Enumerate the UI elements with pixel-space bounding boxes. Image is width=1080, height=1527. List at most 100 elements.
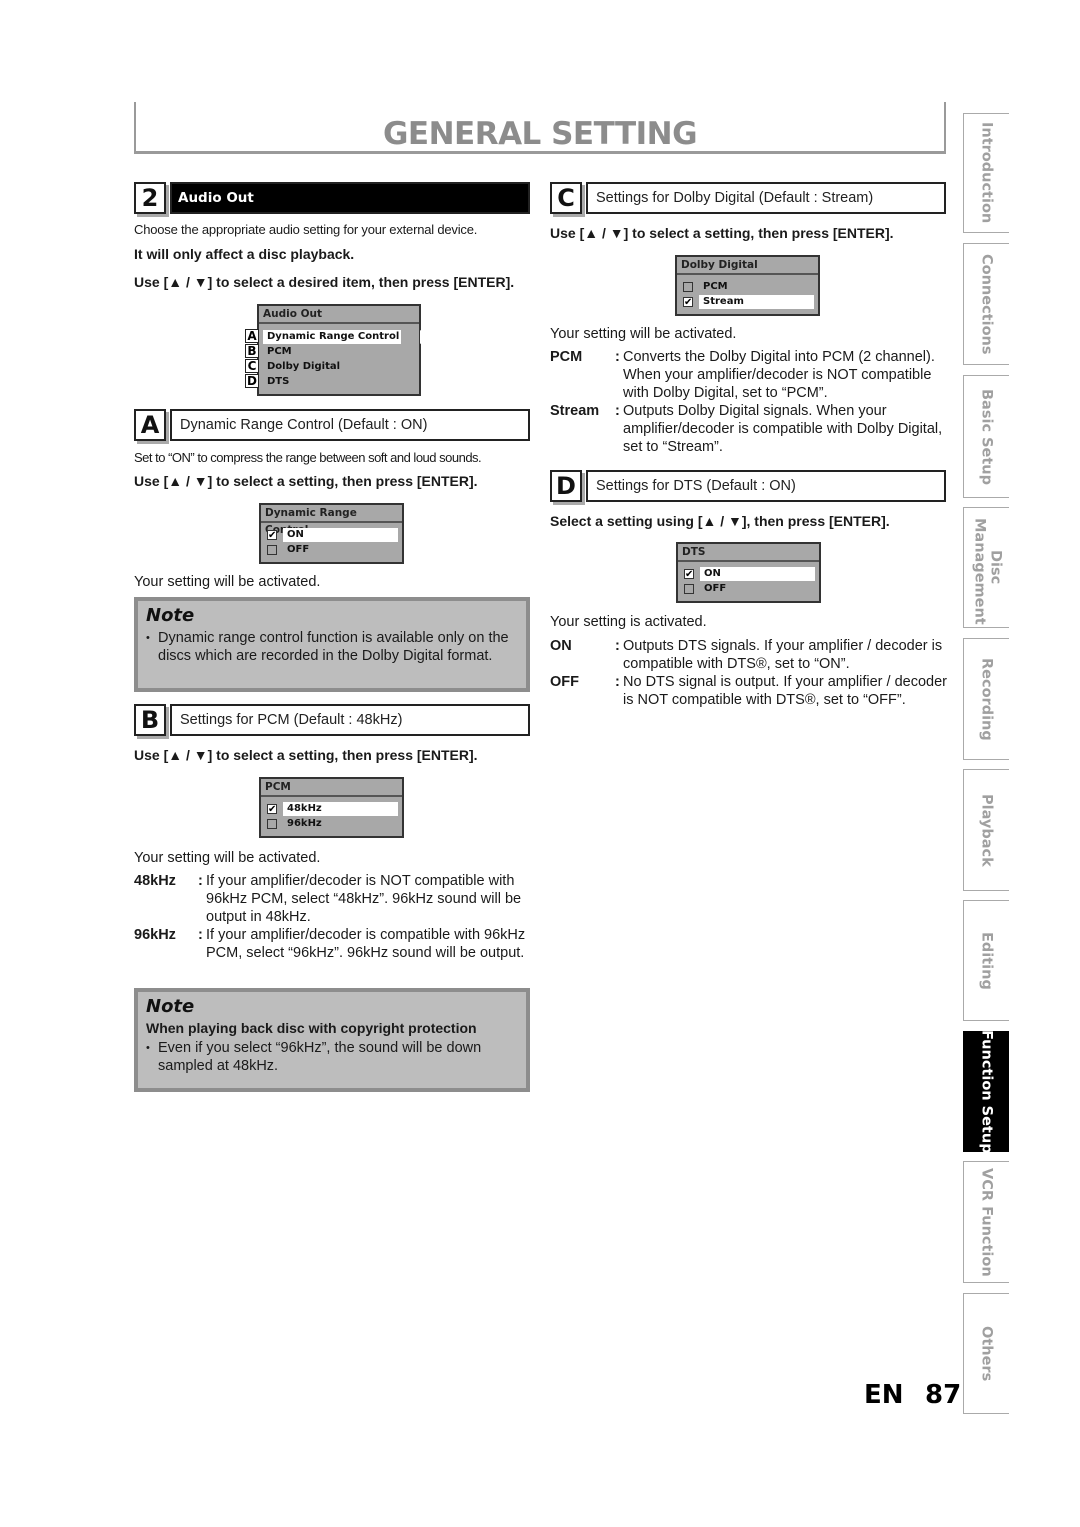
- tab-introduction[interactable]: Introduction: [963, 113, 1009, 233]
- option-stream[interactable]: ✔ Stream: [681, 294, 814, 309]
- option-label: ON: [700, 566, 815, 581]
- definition-desc: If your amplifier/decoder is compatible …: [206, 927, 526, 961]
- dolby-definitions: PCM : Converts the Dolby Digital into PC…: [550, 348, 950, 456]
- definition-colon: :: [615, 674, 620, 690]
- note-subtitle: When playing back disc with copyright pr…: [146, 1020, 477, 1036]
- checkbox-checked-icon[interactable]: ✔: [267, 529, 277, 540]
- definition-row: ON : Outputs DTS signals. If your amplif…: [550, 637, 950, 673]
- tab-editing[interactable]: Editing: [963, 900, 1009, 1021]
- menu-item-label: DTS: [267, 375, 290, 387]
- option-off[interactable]: OFF: [682, 581, 815, 596]
- tab-connections[interactable]: Connections: [963, 243, 1009, 365]
- definition-term: ON: [550, 638, 572, 654]
- page-number: 87: [925, 1380, 962, 1410]
- note-item: Even if you select “96kHz”, the sound wi…: [146, 1039, 516, 1075]
- option-96khz[interactable]: 96kHz: [265, 816, 398, 831]
- checkbox-empty-icon[interactable]: [684, 583, 694, 594]
- checkbox-checked-icon[interactable]: ✔: [683, 296, 693, 307]
- definition-desc: Converts the Dolby Digital into PCM (2 c…: [623, 349, 935, 401]
- option-label: 48kHz: [283, 801, 398, 816]
- definition-desc: If your amplifier/decoder is NOT compati…: [206, 873, 522, 925]
- step-number: 2: [134, 182, 166, 214]
- intro-text: Choose the appropriate audio setting for…: [134, 222, 478, 237]
- menu-header: Dolby Digital: [677, 257, 818, 275]
- definition-colon: :: [198, 927, 203, 943]
- section-label: Settings for PCM (Default : 48kHz): [170, 704, 530, 736]
- tab-basic-setup[interactable]: Basic Setup: [963, 375, 1009, 498]
- checkbox-checked-icon[interactable]: ✔: [267, 803, 277, 814]
- step-label: Audio Out: [170, 182, 530, 214]
- menu-header: Audio Out: [259, 306, 419, 324]
- menu-item-label: Dynamic Range Control: [263, 329, 401, 344]
- tab-label: Function Setup: [978, 1029, 995, 1154]
- definition-term: 48kHz: [134, 873, 176, 889]
- note-box-1: Note Dynamic range control function is a…: [134, 597, 530, 692]
- tab-label: Connections: [978, 253, 995, 355]
- option-label: 96kHz: [287, 817, 322, 829]
- option-on[interactable]: ✔ ON: [682, 566, 815, 581]
- item-letter: A: [245, 329, 259, 343]
- tab-playback[interactable]: Playback: [963, 769, 1009, 891]
- menu-item-pcm[interactable]: B PCM: [245, 344, 415, 359]
- section-b-result: Your setting will be activated.: [134, 850, 321, 866]
- tab-others[interactable]: Others: [963, 1293, 1009, 1414]
- definition-colon: :: [198, 873, 203, 889]
- tab-disc-management[interactable]: Disc Management: [963, 507, 1009, 628]
- menu-item-label: Dolby Digital: [267, 360, 341, 372]
- option-label: PCM: [703, 280, 728, 292]
- intro-bold-text: It will only affect a disc playback.: [134, 246, 355, 262]
- menu-item-dts[interactable]: D DTS: [245, 374, 415, 389]
- checkbox-empty-icon[interactable]: [683, 281, 693, 292]
- section-label: Settings for Dolby Digital (Default : St…: [586, 182, 946, 214]
- section-letter: C: [550, 182, 582, 214]
- tab-label: Disc Management: [971, 517, 1004, 625]
- section-d-result: Your setting is activated.: [550, 614, 707, 630]
- section-c-result: Your setting will be activated.: [550, 326, 737, 342]
- tab-vcr-function[interactable]: VCR Function: [963, 1161, 1009, 1283]
- checkbox-empty-icon[interactable]: [267, 544, 277, 555]
- item-letter: B: [245, 344, 259, 358]
- definition-row: Stream : Outputs Dolby Digital signals. …: [550, 402, 950, 456]
- option-label: Stream: [699, 294, 814, 309]
- option-on[interactable]: ✔ ON: [265, 527, 398, 542]
- menu-item-dynamic-range-control[interactable]: A Dynamic Range Control: [245, 329, 431, 344]
- step-header-audio-out: 2 Audio Out: [134, 182, 530, 214]
- tab-label: Basic Setup: [978, 388, 995, 485]
- option-pcm[interactable]: PCM: [681, 279, 814, 294]
- section-b-header: B Settings for PCM (Default : 48kHz): [134, 704, 530, 736]
- menu-header: Dynamic Range Control: [261, 505, 402, 536]
- definition-row: 48kHz : If your amplifier/decoder is NOT…: [134, 872, 530, 926]
- item-letter: D: [245, 374, 259, 388]
- section-a-result: Your setting will be activated.: [134, 574, 321, 590]
- page-title-bar: GENERAL SETTING: [134, 102, 946, 154]
- section-c-header: C Settings for Dolby Digital (Default : …: [550, 182, 946, 214]
- tab-function-setup[interactable]: Function Setup: [963, 1029, 1009, 1154]
- option-48khz[interactable]: ✔ 48kHz: [265, 801, 398, 816]
- section-a-header: A Dynamic Range Control (Default : ON): [134, 409, 530, 441]
- checkbox-empty-icon[interactable]: [267, 818, 277, 829]
- item-letter: C: [245, 359, 259, 373]
- definition-row: OFF : No DTS signal is output. If your a…: [550, 673, 950, 709]
- option-off[interactable]: OFF: [265, 542, 398, 557]
- section-a-description: Set to “ON” to compress the range betwee…: [134, 450, 482, 465]
- note-title: Note: [146, 996, 195, 1017]
- section-d-instruction: Select a setting using [▲ / ▼], then pre…: [550, 513, 890, 529]
- tab-label: VCR Function: [978, 1167, 995, 1277]
- definition-term: PCM: [550, 349, 583, 365]
- checkbox-checked-icon[interactable]: ✔: [684, 568, 694, 579]
- section-d-header: D Settings for DTS (Default : ON): [550, 470, 946, 502]
- section-label: Settings for DTS (Default : ON): [586, 470, 946, 502]
- tab-recording[interactable]: Recording: [963, 638, 1009, 760]
- menu-item-dolby-digital[interactable]: C Dolby Digital: [245, 359, 415, 374]
- definition-desc: Outputs Dolby Digital signals. When your…: [623, 403, 943, 455]
- definition-desc: Outputs DTS signals. If your amplifier /…: [623, 638, 943, 672]
- dts-menu: DTS ✔ ON OFF: [676, 542, 821, 603]
- definition-desc: No DTS signal is output. If your amplifi…: [623, 674, 947, 708]
- definition-colon: :: [615, 403, 620, 419]
- language-code: EN: [864, 1380, 904, 1410]
- definition-colon: :: [615, 349, 620, 365]
- menu-header: DTS: [678, 544, 819, 562]
- tab-label: Others: [978, 1325, 995, 1382]
- definition-term: Stream: [550, 403, 600, 419]
- definition-term: OFF: [550, 674, 579, 690]
